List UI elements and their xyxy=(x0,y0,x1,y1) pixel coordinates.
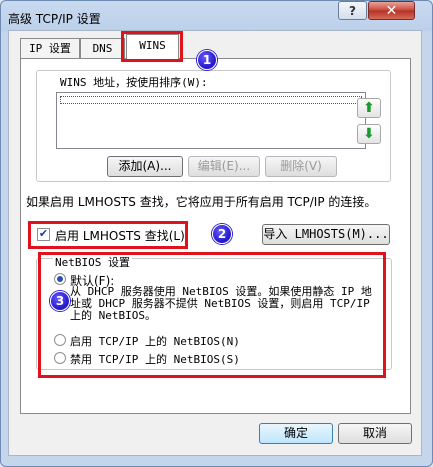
ok-button[interactable]: 确定 xyxy=(259,423,333,444)
badge-1: 1 xyxy=(197,50,217,70)
delete-button[interactable]: 删除(V) xyxy=(265,156,337,177)
help-button[interactable]: ? xyxy=(338,1,367,20)
tab-ip-settings[interactable]: IP 设置 xyxy=(20,38,80,58)
badge-3: 3 xyxy=(50,291,70,311)
cancel-button[interactable]: 取消 xyxy=(338,423,412,444)
lmhosts-note: 如果启用 LMHOSTS 查找，它将应用于所有启用 TCP/IP 的连接。 xyxy=(26,195,377,209)
arrow-up-icon: ⬆ xyxy=(363,100,375,116)
wins-list-focus-row xyxy=(60,96,362,104)
wins-group-label: WINS 地址，按使用排序(W): xyxy=(58,74,210,90)
close-button[interactable]: ✕ xyxy=(368,1,415,20)
window-title: 高级 TCP/IP 设置 xyxy=(8,12,101,26)
highlight-box-lmhosts xyxy=(28,221,188,249)
add-button[interactable]: 添加(A)... xyxy=(107,156,183,177)
highlight-box-tab xyxy=(121,31,183,62)
badge-2: 2 xyxy=(212,224,232,244)
move-down-button[interactable]: ⬇ xyxy=(357,124,381,144)
move-up-button[interactable]: ⬆ xyxy=(357,98,381,118)
import-lmhosts-button[interactable]: 导入 LMHOSTS(M)... xyxy=(262,224,390,245)
tab-dns[interactable]: DNS xyxy=(80,38,125,58)
highlight-box-netbios xyxy=(38,252,386,378)
edit-button[interactable]: 编辑(E)... xyxy=(188,156,260,177)
arrow-down-icon: ⬇ xyxy=(363,126,375,142)
